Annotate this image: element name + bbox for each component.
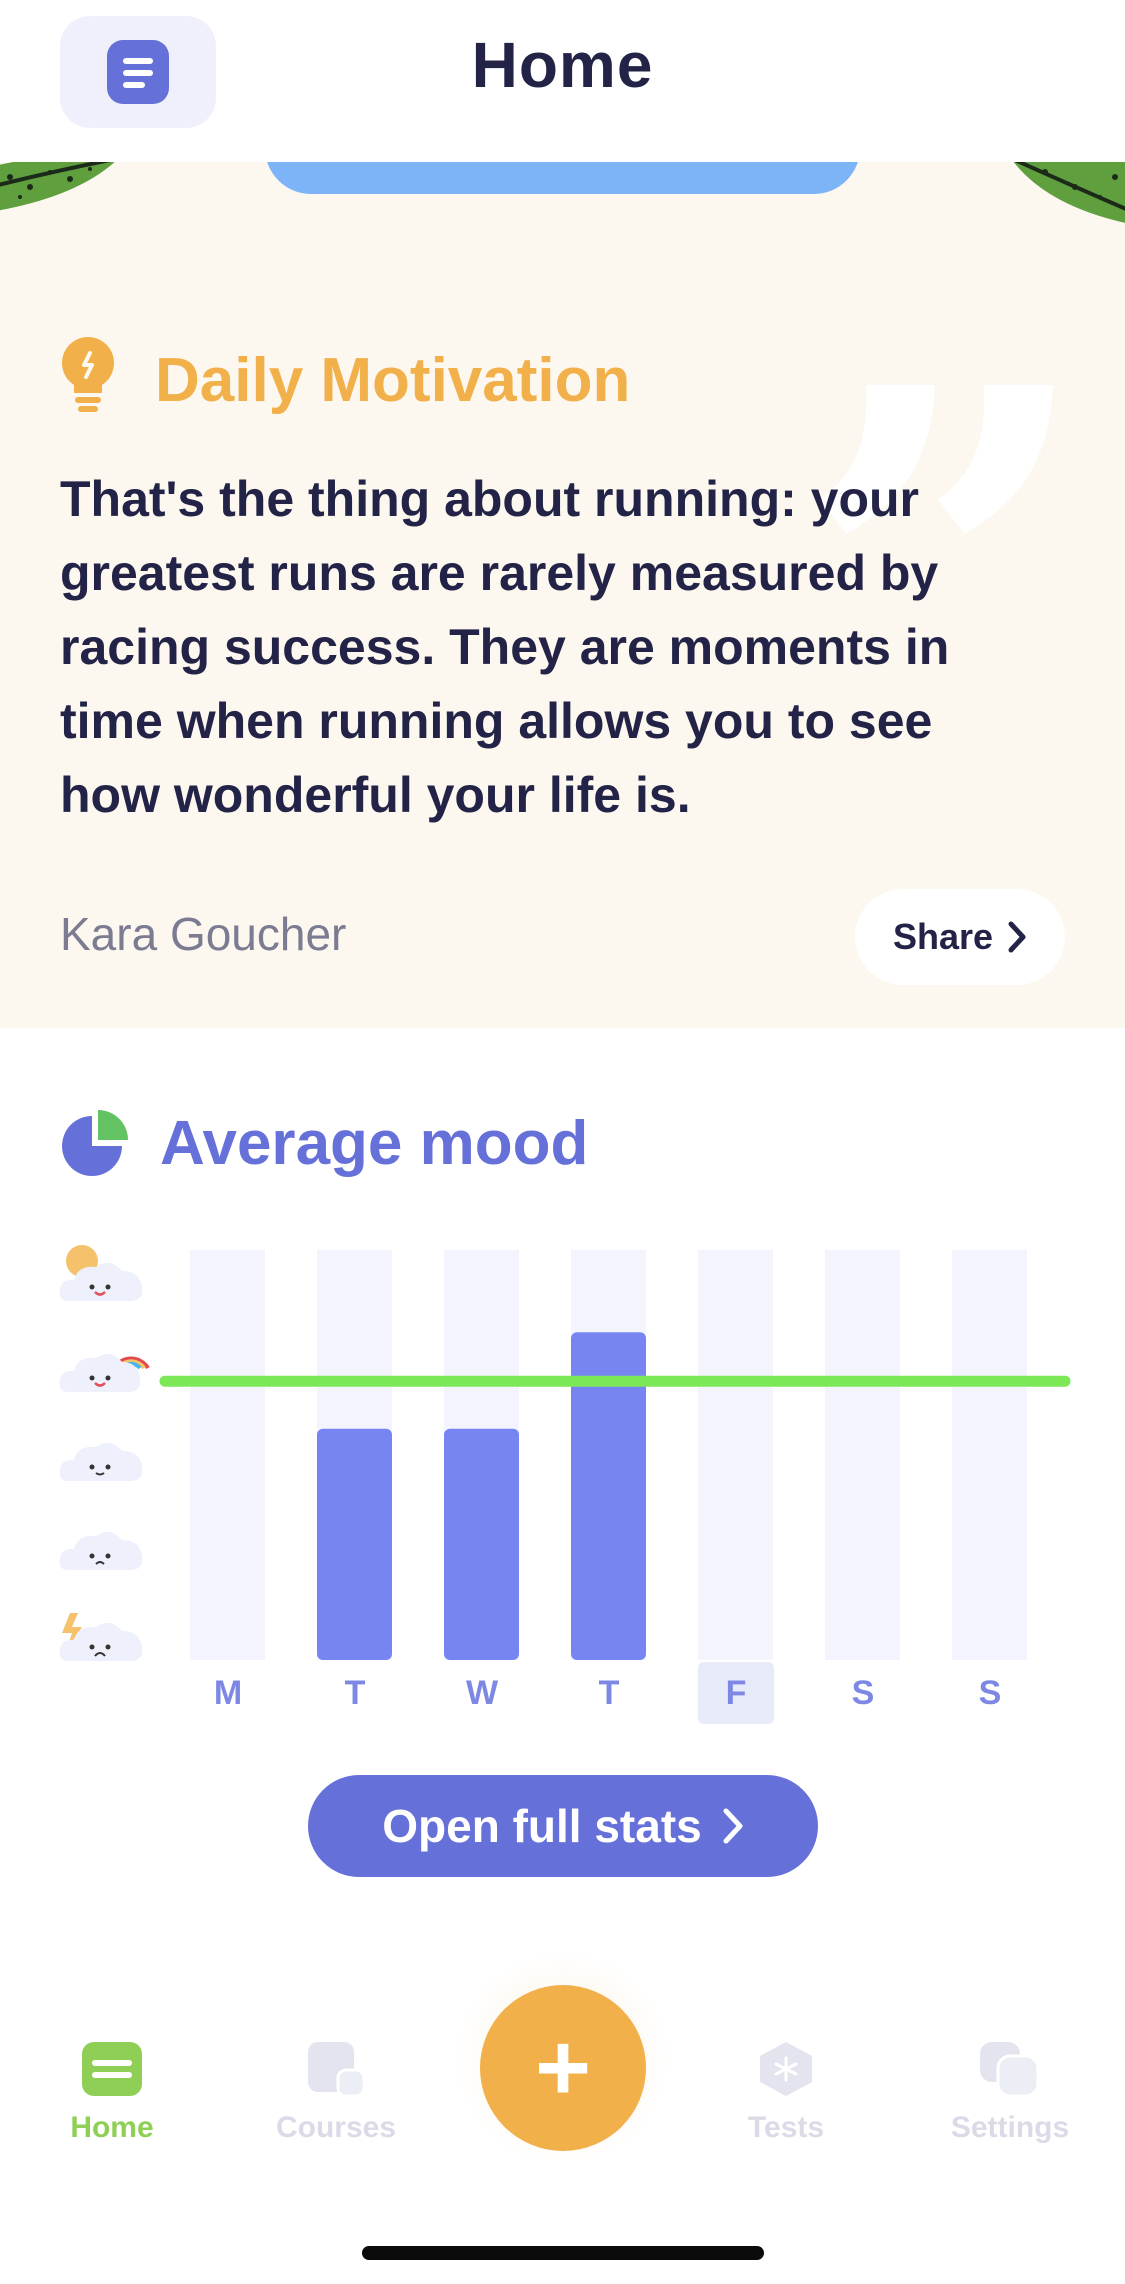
tab-courses[interactable]: Courses (256, 2040, 416, 2145)
tab-settings[interactable]: Settings (930, 2040, 1090, 2145)
day-label: W (465, 1674, 499, 1712)
bar-track (190, 1250, 265, 1660)
day-label: M (213, 1674, 243, 1712)
tab-settings-label: Settings (950, 2111, 1070, 2144)
add-button[interactable]: + (480, 1985, 646, 2151)
courses-icon (308, 2042, 366, 2098)
day-label: T (598, 1674, 620, 1712)
open-full-stats-button[interactable]: Open full stats (308, 1775, 818, 1877)
home-icon (82, 2042, 142, 2096)
bar-track (952, 1250, 1027, 1660)
tab-home[interactable]: Home (32, 2040, 192, 2145)
tab-courses-label: Courses (275, 2111, 397, 2144)
day-label: T (344, 1674, 366, 1712)
day-label: F (698, 1662, 774, 1724)
day-label: S (851, 1674, 875, 1712)
chevron-right-icon (723, 1808, 743, 1844)
plus-icon: + (534, 2014, 592, 2121)
app-header: Home (0, 0, 1125, 162)
tab-tests-label: Tests (747, 2111, 825, 2144)
home-indicator (362, 2246, 764, 2260)
open-full-stats-label: Open full stats (382, 1800, 702, 1852)
tab-tests[interactable]: Tests (706, 2040, 866, 2145)
mood-bar-chart (159, 1250, 1071, 1660)
bar-track (825, 1250, 900, 1660)
tab-home-label: Home (70, 2111, 154, 2144)
page-title: Home (471, 29, 654, 101)
tests-icon (760, 2042, 812, 2096)
mood-bar (444, 1428, 519, 1660)
day-label: S (978, 1674, 1002, 1712)
bar-track (698, 1250, 773, 1660)
mood-bar (317, 1428, 392, 1660)
settings-icon (980, 2042, 1040, 2098)
